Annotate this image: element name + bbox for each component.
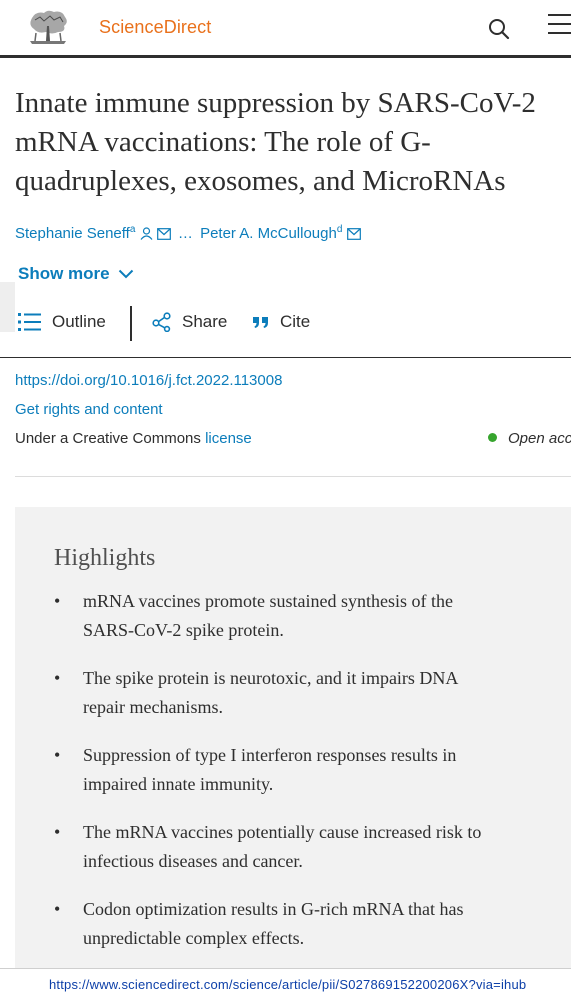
affiliation-sup: a [129,224,136,235]
cite-label: Cite [280,312,311,331]
license-prefix: Under a Creative Commons [15,430,201,447]
license-link[interactable]: license [205,430,252,447]
highlight-line: SARS-CoV-2 spike protein. [83,620,284,640]
quote-icon [253,317,268,328]
title-line: mRNA vaccinations: The role of G- [15,126,431,158]
highlight-line: repair mechanisms. [83,697,223,717]
search-button[interactable] [486,16,512,42]
title-line: Innate immune suppression by SARS-CoV-2 [15,87,536,119]
highlight-line: infectious diseases and cancer. [83,851,303,871]
highlight-line: Suppression of type I interferon respons… [83,745,457,765]
highlight-item: • The mRNA vaccines potentially cause in… [54,818,554,876]
affiliation-sup: d [336,224,343,235]
bullet: • [54,591,61,611]
highlight-line: mRNA vaccines promote sustained synthesi… [83,591,453,611]
article-actions-bar: Outline Share Cite [0,300,571,358]
share-icon [152,312,171,332]
outline-button[interactable]: Outline [18,312,106,332]
author-list: Stephanie Seneffa … Peter A. McCulloughd [15,224,361,242]
outline-label: Outline [52,312,106,331]
author-link[interactable]: Stephanie Seneff [15,225,130,242]
chevron-down-icon [118,269,133,279]
share-button[interactable]: Share [152,312,227,332]
person-icon[interactable] [140,227,153,240]
highlight-line: The spike protein is neurotoxic, and it … [83,668,459,688]
highlight-line: Codon optimization results in G-rich mRN… [83,899,464,919]
highlight-item: • mRNA vaccines promote sustained synthe… [54,587,554,645]
open-access-label: Open acce [508,430,571,447]
highlight-item: • Suppression of type I interferon respo… [54,741,554,799]
rights-link[interactable]: Get rights and content [15,401,163,418]
show-more-button[interactable]: Show more [18,264,134,284]
highlight-line: impaired innate immunity. [83,774,274,794]
search-icon [489,19,510,40]
action-divider [130,306,132,341]
author-link[interactable]: Peter A. McCullough [200,225,337,242]
highlight-line: unpredictable complex effects. [83,928,305,948]
license-text: Under a Creative Commons license [15,430,252,447]
menu-line [548,32,571,34]
highlight-line: The mRNA vaccines potentially cause incr… [83,822,482,842]
hamburger-menu-button[interactable] [548,14,571,38]
email-icon[interactable] [346,228,361,240]
open-access-dot-icon [488,433,497,442]
highlight-item: • The spike protein is neurotoxic, and i… [54,664,554,722]
title-line: quadruplexes, exosomes, and MicroRNAs [15,165,506,197]
doi-link[interactable]: https://doi.org/10.1016/j.fct.2022.11300… [15,372,282,389]
section-divider [15,476,571,477]
bullet: • [54,822,61,842]
author-ellipsis: … [177,225,193,242]
highlights-title: Highlights [54,545,156,571]
bullet: • [54,899,61,919]
outline-list-icon [18,313,41,331]
brand-name[interactable]: ScienceDirect [99,17,211,38]
browser-status-bar: https://www.sciencedirect.com/science/ar… [0,968,571,1001]
site-header: ScienceDirect [0,0,571,58]
highlight-item: • Codon optimization results in G-rich m… [54,895,554,953]
highlights-list: • mRNA vaccines promote sustained synthe… [54,587,554,972]
elsevier-tree-logo-icon[interactable] [26,8,70,46]
bullet: • [54,668,61,688]
show-more-label: Show more [18,264,110,283]
cite-button[interactable]: Cite [252,312,310,332]
menu-line [548,23,571,25]
highlights-section: Highlights • mRNA vaccines promote susta… [15,507,571,977]
article-title: Innate immune suppression by SARS-CoV-2 … [15,84,571,201]
share-label: Share [182,312,228,331]
bullet: • [54,745,61,765]
email-icon[interactable] [156,228,171,240]
open-access-badge: Open acce [488,430,571,447]
hover-url: https://www.sciencedirect.com/science/ar… [49,977,527,992]
menu-line [548,14,571,16]
